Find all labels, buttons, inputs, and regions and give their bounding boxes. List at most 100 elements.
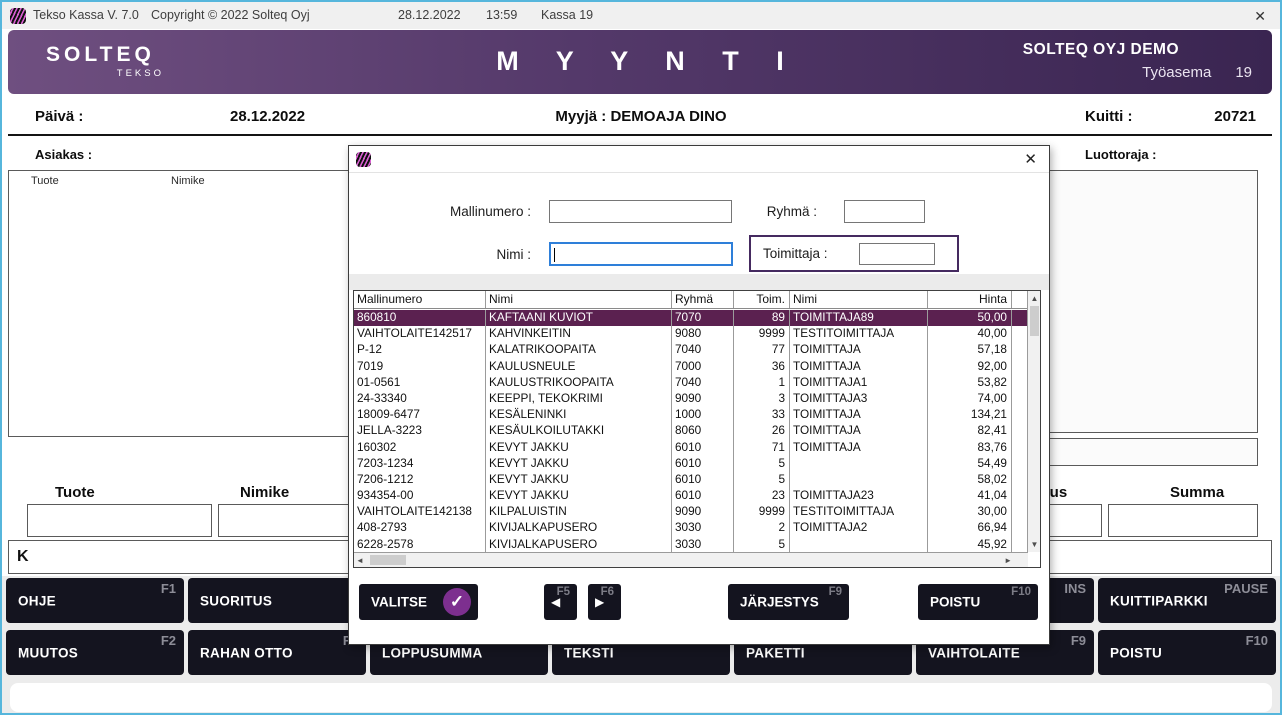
table-row[interactable]: JELLA-3223KESÄULKOILUTAKKI806026TOIMITTA… bbox=[354, 423, 1027, 439]
mallinumero-field[interactable] bbox=[549, 200, 732, 223]
fkey-rahan-otto[interactable]: RAHAN OTTOF4 bbox=[188, 630, 366, 675]
vertical-scrollbar[interactable]: ▲ ▼ bbox=[1027, 291, 1040, 552]
cell: 3030 bbox=[672, 537, 734, 553]
product-table-body: 860810KAFTAANI KUVIOT707089TOIMITTAJA895… bbox=[354, 310, 1027, 553]
column-header-3[interactable]: Toim. bbox=[734, 291, 790, 308]
table-row[interactable]: 7203-1234KEVYT JAKKU6010554,49 bbox=[354, 456, 1027, 472]
column-header-0[interactable]: Mallinumero bbox=[354, 291, 486, 308]
titlebar-register: Kassa 19 bbox=[541, 8, 593, 22]
cell: 74,00 bbox=[928, 391, 1012, 407]
table-row[interactable]: 6228-2578KIVIJALKAPUSERO3030545,92 bbox=[354, 537, 1027, 553]
toimittaja-field[interactable] bbox=[859, 243, 935, 265]
cell: 160302 bbox=[354, 440, 486, 456]
seller-label: Myyjä : bbox=[555, 108, 606, 125]
table-row[interactable]: P-12KALATRIKOOPAITA704077TOIMITTAJA57,18 bbox=[354, 342, 1027, 358]
cell-filler bbox=[1012, 537, 1027, 553]
cell: 18009-6477 bbox=[354, 407, 486, 423]
ryhma-field[interactable] bbox=[844, 200, 925, 223]
workstation-label: Työasema bbox=[1142, 64, 1211, 81]
cell: 89 bbox=[734, 310, 790, 326]
cell-filler bbox=[1012, 310, 1027, 326]
cell: 7203-1234 bbox=[354, 456, 486, 472]
table-row[interactable]: VAIHTOLAITE142517KAHVINKEITIN90809999TES… bbox=[354, 326, 1027, 342]
workstation-info: Työasema19 bbox=[1142, 64, 1252, 81]
table-row[interactable]: 160302KEVYT JAKKU601071TOIMITTAJA83,76 bbox=[354, 440, 1027, 456]
scroll-down-icon[interactable]: ▼ bbox=[1028, 540, 1041, 549]
column-header-2[interactable]: Ryhmä bbox=[672, 291, 734, 308]
cell-filler bbox=[1012, 359, 1027, 375]
fkey-label: KUITTIPARKKI bbox=[1110, 593, 1208, 608]
horizontal-scrollbar[interactable]: ◄ ► bbox=[354, 552, 1028, 567]
scroll-left-icon[interactable]: ◄ bbox=[356, 556, 364, 565]
column-header-1[interactable]: Nimi bbox=[486, 291, 672, 308]
fkey-suoritus[interactable]: SUORITUS bbox=[188, 578, 366, 623]
table-row[interactable]: 18009-6477KESÄLENINKI100033TOIMITTAJA134… bbox=[354, 407, 1027, 423]
cell: KAULUSNEULE bbox=[486, 359, 672, 375]
cell bbox=[790, 472, 928, 488]
cell: KEVYT JAKKU bbox=[486, 456, 672, 472]
jarjestys-button[interactable]: JÄRJESTYS F9 bbox=[728, 584, 849, 620]
dialog-poistu-button[interactable]: POISTU F10 bbox=[918, 584, 1038, 620]
horizontal-scroll-thumb[interactable] bbox=[370, 555, 406, 565]
seller-value: DEMOAJA DINO bbox=[610, 108, 726, 125]
cell: TOIMITTAJA bbox=[790, 423, 928, 439]
cell: 92,00 bbox=[928, 359, 1012, 375]
credit-limit-label: Luottoraja : bbox=[1085, 147, 1157, 162]
copyright-text: Copyright © 2022 Solteq Oyj bbox=[151, 8, 310, 22]
dialog-separator bbox=[349, 274, 1049, 290]
table-row[interactable]: 934354-00KEVYT JAKKU601023TOIMITTAJA2341… bbox=[354, 488, 1027, 504]
cell: 2 bbox=[734, 520, 790, 536]
column-header-4[interactable]: Nimi bbox=[790, 291, 928, 308]
scroll-right-icon[interactable]: ► bbox=[1004, 556, 1012, 565]
fkey-muutos[interactable]: MUUTOSF2 bbox=[6, 630, 184, 675]
cell: 53,82 bbox=[928, 375, 1012, 391]
receipt-label: Kuitti : bbox=[1085, 108, 1132, 125]
dialog-titlebar[interactable]: ✕ bbox=[349, 146, 1049, 173]
dialog-close-icon[interactable]: ✕ bbox=[1024, 150, 1037, 168]
table-row-selected[interactable]: 860810KAFTAANI KUVIOT707089TOIMITTAJA895… bbox=[354, 310, 1027, 326]
vertical-scroll-thumb[interactable] bbox=[1030, 306, 1039, 336]
cell: 6010 bbox=[672, 472, 734, 488]
table-row[interactable]: 7206-1212KEVYT JAKKU6010558,02 bbox=[354, 472, 1027, 488]
table-row[interactable]: VAIHTOLAITE142138KILPALUISTIN90909999TES… bbox=[354, 504, 1027, 520]
window-titlebar: Tekso Kassa V. 7.0 Copyright © 2022 Solt… bbox=[2, 2, 1280, 29]
entry-tuote-field[interactable] bbox=[27, 504, 212, 537]
scroll-up-icon[interactable]: ▲ bbox=[1028, 294, 1041, 303]
cell: 36 bbox=[734, 359, 790, 375]
nimi-field[interactable] bbox=[549, 242, 733, 266]
prev-page-button[interactable]: ◀ F5 bbox=[544, 584, 577, 620]
cell: 41,04 bbox=[928, 488, 1012, 504]
fkey-label: RAHAN OTTO bbox=[200, 645, 293, 660]
titlebar-date: 28.12.2022 bbox=[398, 8, 461, 22]
fkey-kuittiparkki[interactable]: KUITTIPARKKI PAUSE bbox=[1098, 578, 1276, 623]
next-page-button[interactable]: ▶ F6 bbox=[588, 584, 621, 620]
cell-filler bbox=[1012, 391, 1027, 407]
fkey-ohje[interactable]: OHJEF1 bbox=[6, 578, 184, 623]
table-row[interactable]: 7019KAULUSNEULE700036TOIMITTAJA92,00 bbox=[354, 359, 1027, 375]
fkey-label: PAKETTI bbox=[746, 645, 805, 660]
dialog-poistu-label: POISTU bbox=[930, 595, 980, 610]
window-close-icon[interactable]: ✕ bbox=[1254, 8, 1266, 25]
cell-filler bbox=[1012, 456, 1027, 472]
ryhma-label: Ryhmä : bbox=[737, 204, 817, 219]
cell-filler bbox=[1012, 440, 1027, 456]
titlebar-time: 13:59 bbox=[486, 8, 517, 22]
table-row[interactable]: 01-0561KAULUSTRIKOOPAITA70401TOIMITTAJA1… bbox=[354, 375, 1027, 391]
cell: TOIMITTAJA23 bbox=[790, 488, 928, 504]
table-row[interactable]: 408-2793KIVIJALKAPUSERO30302TOIMITTAJA26… bbox=[354, 520, 1027, 536]
cell: KEVYT JAKKU bbox=[486, 488, 672, 504]
entry-summa-field[interactable] bbox=[1108, 504, 1258, 537]
cell: 9090 bbox=[672, 504, 734, 520]
cell: 408-2793 bbox=[354, 520, 486, 536]
cell-filler bbox=[1012, 423, 1027, 439]
cell: TOIMITTAJA bbox=[790, 407, 928, 423]
fkey-hotkey: PAUSE bbox=[1224, 581, 1268, 596]
column-header-5[interactable]: Hinta bbox=[928, 291, 1012, 308]
product-search-dialog: ✕ Mallinumero : Ryhmä : Nimi : Toimittaj… bbox=[348, 145, 1050, 645]
fkey-hotkey: F10 bbox=[1246, 633, 1268, 648]
cell-filler bbox=[1012, 326, 1027, 342]
table-row[interactable]: 24-33340KEEPPI, TEKOKRIMI90903TOIMITTAJA… bbox=[354, 391, 1027, 407]
fkey-poistu[interactable]: POISTUF10 bbox=[1098, 630, 1276, 675]
valitse-button[interactable]: VALITSE ✓ bbox=[359, 584, 478, 620]
cell: P-12 bbox=[354, 342, 486, 358]
